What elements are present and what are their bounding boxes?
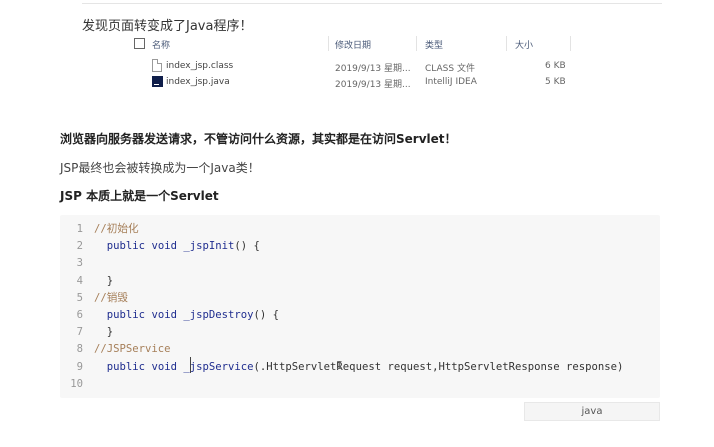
intro-text: 发现页面转变成了Java程序！ [82,19,253,34]
file-size: 5 KB [545,77,566,87]
column-separator[interactable] [506,36,507,51]
line-number: 3 [76,257,83,270]
text-cursor [190,357,191,373]
line-number: 6 [76,309,83,321]
code-text: //初始化 [94,223,139,235]
code-line: 4 } [60,273,660,290]
code-block[interactable]: 1//初始化 2 public void _jspInit() {3 4 } 5//销… [60,215,660,398]
paragraph: JSP最终也会被转换成为一个Java类！ [60,161,260,175]
line-number: 2 [76,240,83,253]
file-explorer: 名称 修改日期 类型 大小 index_jsp.class 2019/9/13 … [130,33,580,91]
section-heading: JSP 本质上就是一个Servlet [60,189,219,203]
class-file-icon [152,59,162,72]
line-number: 7 [76,326,83,339]
explorer-header: 名称 修改日期 类型 大小 [130,33,580,55]
line-number: 5 [76,291,83,304]
column-modified[interactable]: 修改日期 [335,38,371,51]
file-name: index_jsp.class [166,61,234,71]
code-language-label[interactable]: java [524,402,660,421]
code-line: 5 //销毁 [60,290,660,307]
code-text: //销毁 [94,291,128,304]
code-text: public void _jspInit() { [106,240,260,253]
line-number: 1 [76,223,83,235]
code-line: 10 [60,376,660,393]
code-text: public void _jspService(.HttpServletRequ… [106,360,624,373]
file-row[interactable]: index_jsp.java 2019/9/13 星期... IntelliJ … [130,75,580,91]
file-row[interactable]: index_jsp.class 2019/9/13 星期... CLASS 文件… [130,59,580,75]
line-number: 8 [76,343,83,356]
file-type: CLASS 文件 [425,64,475,74]
ibeam-cursor-icon: I [336,359,343,372]
code-line: 8 //JSPService [60,341,660,358]
code-line: 1 //初始化 [60,221,660,238]
file-name: index_jsp.java [166,77,230,87]
code-line: 2 public void _jspInit() { [60,238,660,255]
bold-statement: 浏览器向服务器发送请求，不管访问什么资源，其实都是在访问Servlet！ [60,132,457,146]
code-line: 7 } [60,324,660,341]
column-separator[interactable] [570,36,571,51]
column-size[interactable]: 大小 [515,38,533,51]
line-number: 4 [76,274,83,287]
code-text: } [94,326,114,339]
column-name[interactable]: 名称 [152,38,170,51]
file-size: 6 KB [545,61,566,71]
code-text: //JSPService [94,343,171,356]
top-divider [82,0,662,4]
code-text: } [94,274,114,287]
column-separator[interactable] [416,36,417,51]
code-line: 3 [60,255,660,272]
select-all-checkbox[interactable] [134,38,145,49]
file-modified: 2019/9/13 星期... [335,64,411,74]
column-separator[interactable] [328,36,329,51]
code-line: 9 public void _jspService(.HttpServletRe… [60,359,660,376]
line-number: 9 [76,360,83,373]
code-text: public void _jspDestroy() { [106,309,280,321]
line-number: 10 [70,377,83,390]
intellij-icon [152,76,163,87]
file-modified: 2019/9/13 星期... [335,80,411,90]
file-type: IntelliJ IDEA [425,77,477,87]
column-type[interactable]: 类型 [425,38,443,51]
code-line: 6 public void _jspDestroy() { [60,307,660,324]
